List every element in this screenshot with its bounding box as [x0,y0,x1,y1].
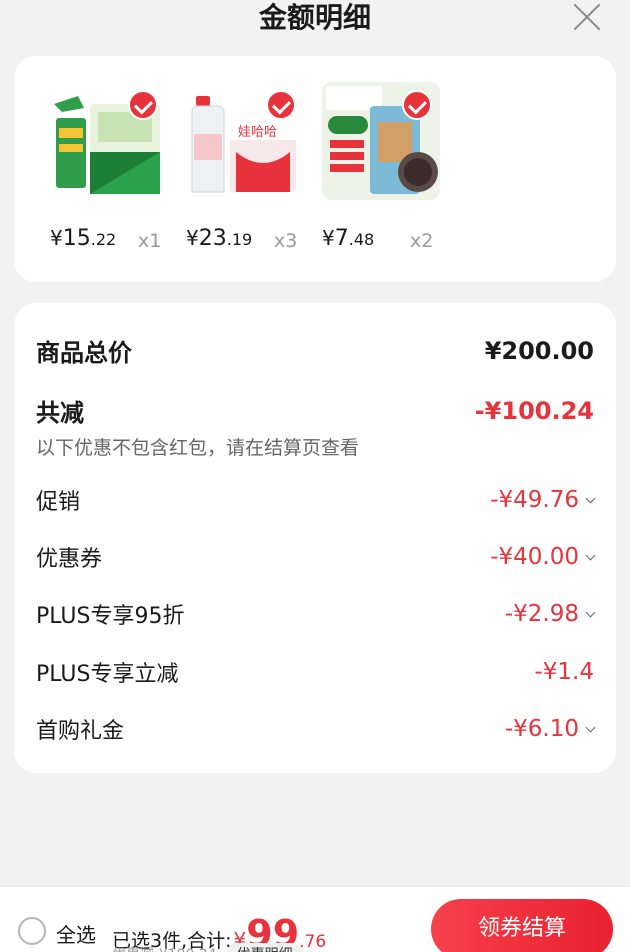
page-title: 金额明细 [258,1,371,34]
chevron-down-icon[interactable] [585,493,596,503]
amount-detail-card: 商品总价 ¥200.00 共减 -¥100.24 以下优惠不包含红包，请在结算页… [14,303,616,773]
select-all-label[interactable]: 全选 [56,919,96,948]
discount-label: PLUS专享立减 [36,662,179,687]
currency-symbol: ¥ [322,226,335,250]
discount-value: -¥49.76 [490,487,596,513]
total-price-value: ¥200.00 [484,336,594,365]
discount-amount: -¥1.4 [534,659,594,685]
price-decimal: .22 [90,230,117,249]
discount-row-first-purchase[interactable]: 首购礼金 -¥6.10 [36,713,596,745]
discount-row-coupon[interactable]: 优惠券 -¥40.00 [36,541,596,573]
product-item[interactable] [322,82,442,200]
product-item[interactable] [48,82,168,200]
currency-symbol: ¥ [186,226,199,250]
product-item[interactable]: 娃哈哈 [186,82,306,200]
product-thumbnail: 娃哈哈 [186,82,304,200]
price-integer: 15 [62,226,91,251]
total-reduce-row: 共减 -¥100.24 [36,393,594,428]
product-quantity: x1 [138,230,162,252]
discount-amount: -¥2.98 [504,601,579,627]
discount-amount: -¥6.10 [504,716,579,742]
product-thumbnail [322,82,440,200]
discount-value: -¥40.00 [490,544,596,570]
header: 金额明细 [0,0,630,44]
discount-value: -¥1.4 [534,659,594,685]
price-decimal: .19 [226,230,253,249]
chevron-down-icon[interactable] [585,722,596,732]
chevron-down-icon[interactable] [585,607,596,617]
discount-amount: -¥40.00 [490,544,579,570]
discount-row-plus-95[interactable]: PLUS专享95折 -¥2.98 [36,598,596,630]
product-quantity: x2 [410,230,434,252]
chevron-down-icon[interactable] [585,550,596,560]
discount-row-plus-reduce: PLUS专享立减 -¥1.4 [36,656,594,688]
total-reduce-value: -¥100.24 [474,396,594,425]
discount-amount: -¥49.76 [490,487,579,513]
total-decimal: .76 [299,932,327,952]
svg-text:娃哈哈: 娃哈哈 [238,124,277,139]
select-all-radio[interactable] [18,917,46,945]
total-reduce-label: 共减 [36,399,84,427]
discount-label: 优惠券 [36,547,103,572]
product-quantity: x3 [274,230,298,252]
total-price-label: 商品总价 [36,339,132,367]
checked-icon [402,90,432,120]
checked-icon [266,90,296,120]
discount-subtext: 优惠减:¥100.24 [112,944,217,952]
close-icon[interactable] [572,2,602,32]
checkout-bar: 全选 已选3件,合计: ¥ 99 .76 优惠减:¥100.24 优惠明细 领券… [0,886,630,952]
discount-subline: 优惠减:¥100.24 优惠明细 [112,943,303,952]
discount-row-promotion[interactable]: 促销 -¥49.76 [36,484,596,516]
product-price: ¥7.48 [322,226,374,256]
discount-label: 促销 [36,490,81,515]
product-price: ¥23.19 [186,226,252,256]
discount-label: PLUS专享95折 [36,604,185,629]
discount-detail-chip[interactable]: 优惠明细 [226,943,303,952]
price-decimal: .48 [348,230,375,249]
price-integer: 23 [198,226,227,251]
product-price: ¥15.22 [50,226,116,256]
discount-note: 以下优惠不包含红包，请在结算页查看 [36,437,360,459]
selected-products-card: 娃哈哈 ¥15.22 x1 ¥23.19 x3 ¥ 7 .48 x2 [14,56,616,282]
total-price-row: 商品总价 ¥200.00 [36,333,594,368]
currency-symbol: ¥ [50,226,63,250]
checked-icon [128,90,158,120]
product-thumbnail [48,82,166,200]
discount-label: 首购礼金 [36,719,125,744]
discount-value: -¥2.98 [504,601,596,627]
price-integer: 7 [334,226,349,251]
discount-value: -¥6.10 [504,716,596,742]
checkout-button[interactable]: 领券结算 [431,899,613,952]
